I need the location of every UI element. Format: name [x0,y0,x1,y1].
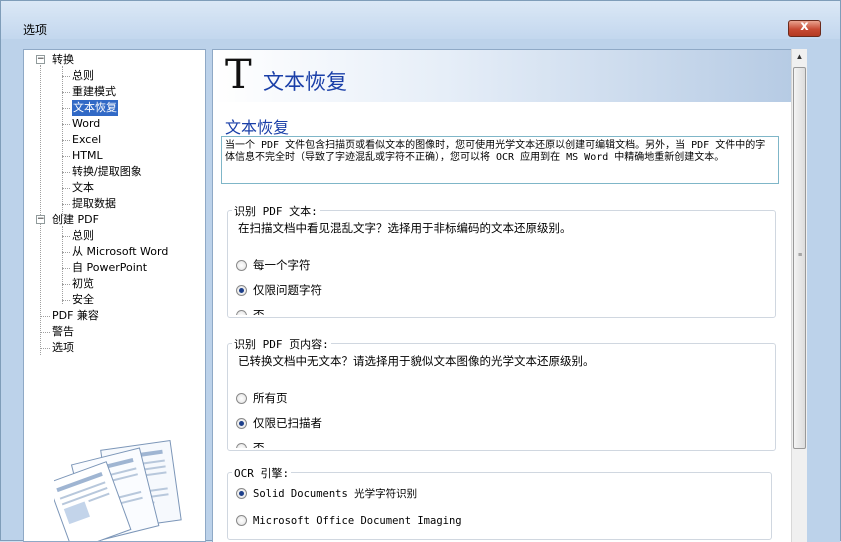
radio-no[interactable]: 否 [236,307,265,315]
close-button[interactable]: x [788,19,821,37]
group-legend: 识别 PDF 页内容: [232,336,331,352]
radio-solid-documents-ocr[interactable]: Solid Documents 光学字符识别 [236,486,417,502]
group-legend: OCR 引擎: [232,465,292,481]
text-recovery-icon: T [225,52,252,98]
radio-selected-icon[interactable] [236,418,247,429]
radio-icon[interactable] [236,443,247,448]
header-title: 文本恢复 [263,70,347,94]
description-text: 当一个 PDF 文件包含扫描页或看似文本的图像时，您可使用光学文本还原以创建可编… [221,136,779,184]
window-frame [807,49,840,542]
radio-icon[interactable] [236,260,247,271]
radio-icon[interactable] [236,310,247,315]
radio-no[interactable]: 否 [236,440,265,448]
group-legend: 识别 PDF 文本: [232,203,320,219]
options-tree-panel: − 转换 总则 重建模式 文本恢复 Word Excel HTML 转换/提取图… [23,49,206,542]
tree-line [62,66,63,216]
radio-icon[interactable] [236,515,247,526]
radio-scanned-only[interactable]: 仅限已扫描者 [236,415,322,431]
content-panel: T 文本恢复 文本恢复 当一个 PDF 文件包含扫描页或看似文本的图像时，您可使… [212,49,791,542]
radio-microsoft-office-document-imaging[interactable]: Microsoft Office Document Imaging [236,513,462,529]
collapse-icon[interactable]: − [36,215,45,224]
radio-selected-icon[interactable] [236,488,247,499]
header-banner: T 文本恢复 [213,50,791,102]
recognize-pdf-text-group: 识别 PDF 文本: 在扫描文档中看见混乱文字？选择用于非标编码的文本还原级别。… [227,203,776,318]
vertical-scrollbar[interactable]: ▲ ≡ [791,49,807,542]
grip-icon: ≡ [797,252,803,259]
section-title: 文本恢复 [225,118,290,137]
radio-every-character[interactable]: 每一个字符 [236,257,311,273]
ocr-engine-group: OCR 引擎: Solid Documents 光学字符识别 Microsoft… [227,465,772,540]
options-dialog: 选项 x − 转换 总则 重建模式 文本恢复 Word Excel HTML 转… [0,0,841,542]
group-description: 已转换文档中无文本？请选择用于貌似文本图像的光学文本还原级别。 [238,354,595,368]
tree-line [40,65,41,355]
radio-selected-icon[interactable] [236,285,247,296]
documents-illustration [54,439,182,541]
title-bar: 选项 x [1,1,840,39]
recognize-pdf-page-content-group: 识别 PDF 页内容: 已转换文档中无文本？请选择用于貌似文本图像的光学文本还原… [227,336,776,451]
tree-line [62,226,63,304]
group-description: 在扫描文档中看见混乱文字？选择用于非标编码的文本还原级别。 [238,221,572,235]
radio-problem-characters-only[interactable]: 仅限问题字符 [236,282,322,298]
collapse-icon[interactable]: − [36,55,45,64]
window-title: 选项 [23,23,48,37]
close-icon: x [800,19,809,34]
scroll-thumb[interactable]: ≡ [793,67,806,449]
radio-icon[interactable] [236,393,247,404]
radio-all-pages[interactable]: 所有页 [236,390,288,406]
scroll-up-icon[interactable]: ▲ [792,49,807,65]
